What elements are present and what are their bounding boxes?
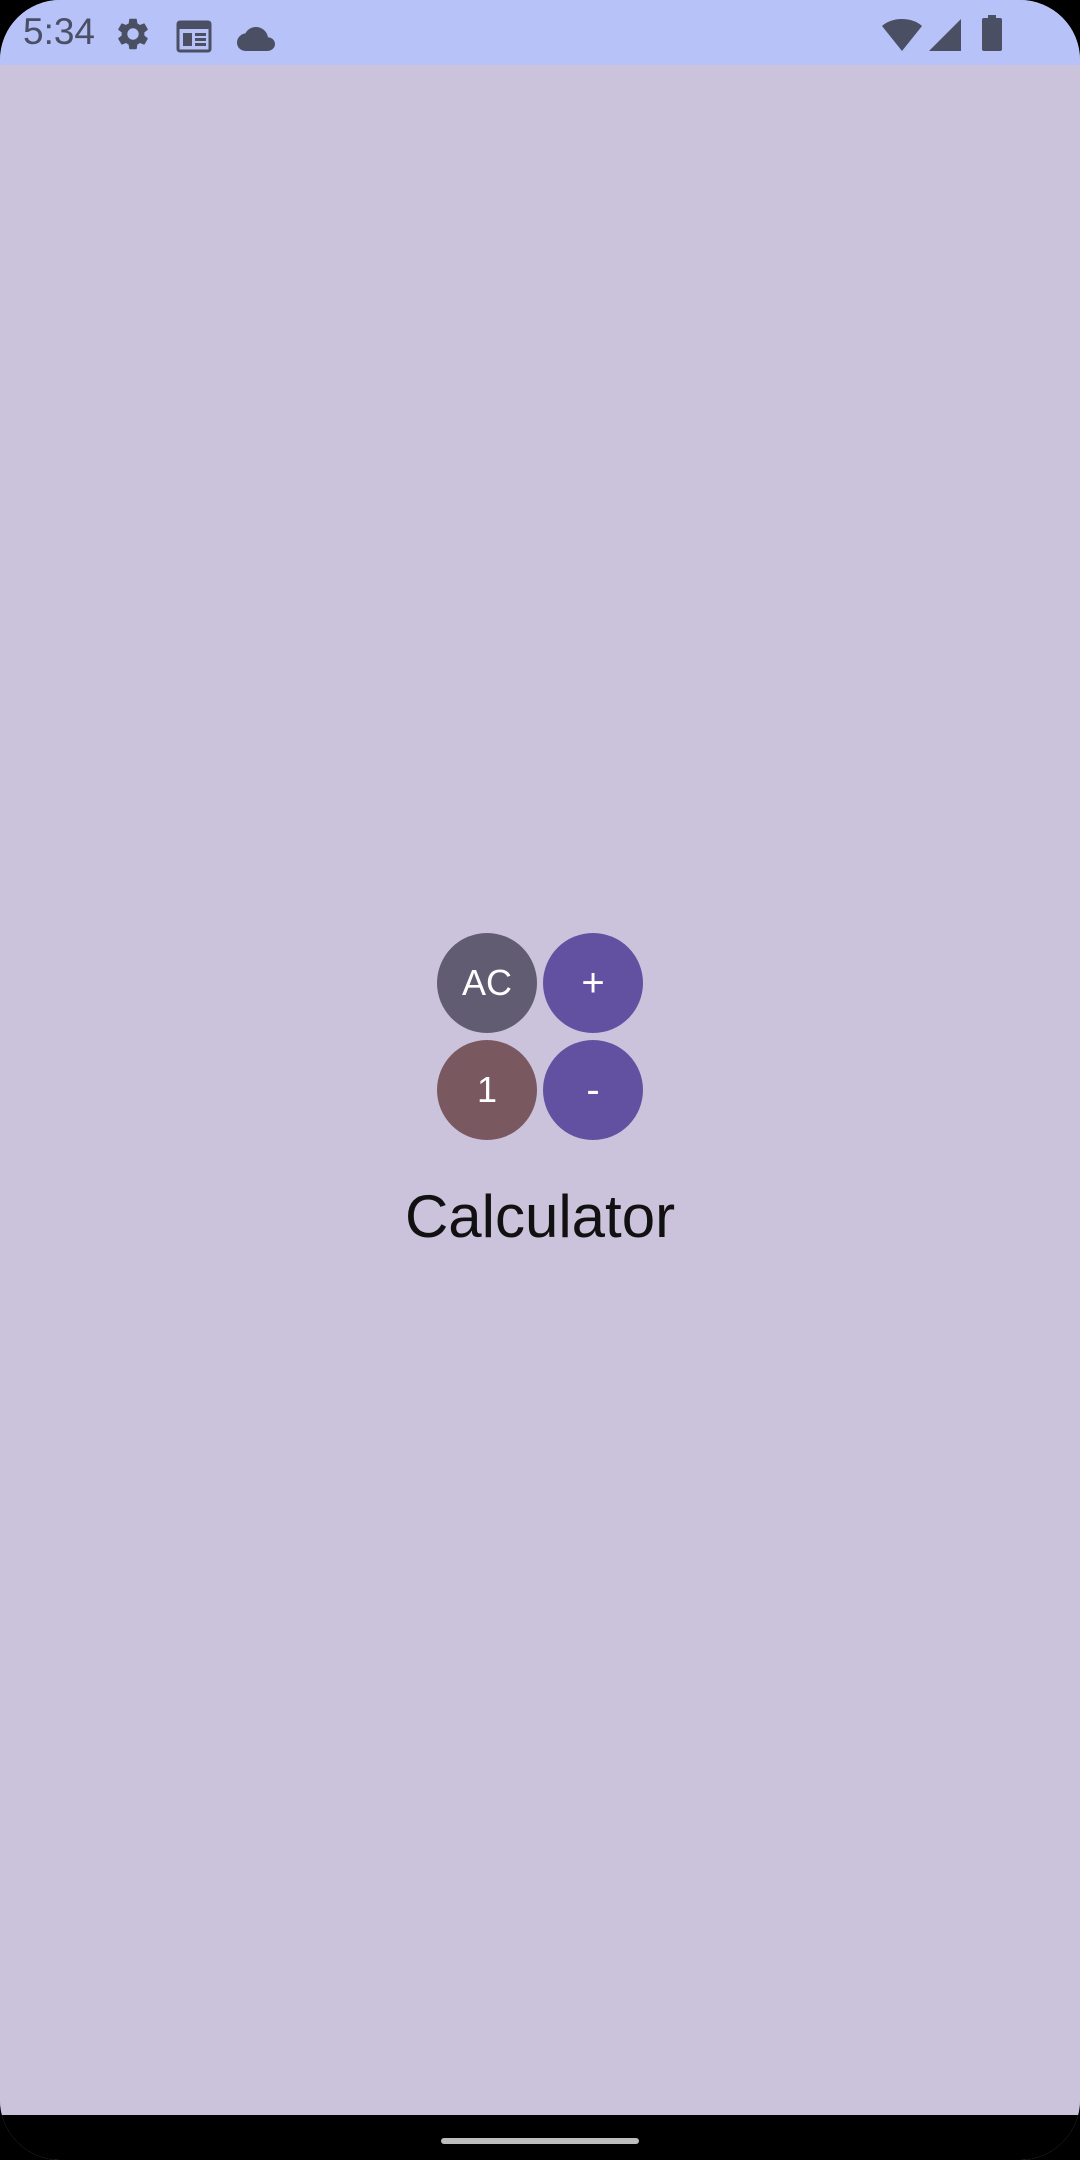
status-time: 5:34 (23, 11, 96, 52)
digit-one-button[interactable]: 1 (437, 1040, 537, 1140)
calculator-title: Calculator (404, 1183, 676, 1250)
gear-icon (118, 18, 148, 50)
cloud-icon (237, 27, 275, 51)
battery-icon (982, 15, 1002, 51)
signal-icon (929, 19, 961, 51)
home-gesture-handle[interactable] (441, 2138, 639, 2144)
plus-button[interactable]: + (543, 933, 643, 1033)
phone-screen: 5:34 AC + 1 - Calculator (0, 0, 1080, 2160)
clear-button[interactable]: AC (437, 933, 537, 1033)
minus-button[interactable]: - (543, 1040, 643, 1140)
status-bar: 5:34 (0, 0, 1080, 65)
wifi-icon (882, 19, 922, 51)
calendar-icon (176, 20, 212, 53)
app-content (0, 65, 1080, 2115)
